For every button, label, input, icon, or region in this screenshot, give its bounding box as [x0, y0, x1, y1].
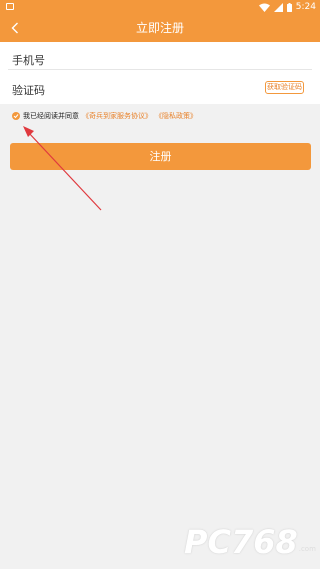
watermark-sub: .com [298, 545, 316, 553]
phone-row: 手机号 [0, 44, 320, 75]
agreement-row: 我已经阅读并同意 《奇兵到家服务协议》 《隐私政策》 [12, 110, 197, 122]
code-input[interactable] [62, 78, 252, 100]
status-bar: 5:24 [0, 0, 320, 14]
register-form: 手机号 验证码 [0, 42, 320, 104]
get-code-button[interactable]: 获取验证码 [265, 81, 304, 94]
form-divider [8, 69, 312, 70]
watermark-brand: PC768 [184, 523, 298, 561]
phone-input[interactable] [62, 48, 252, 70]
watermark-logo: PC768 .com [184, 525, 316, 559]
status-time: 5:24 [295, 2, 316, 12]
check-icon [13, 114, 19, 119]
status-bar-right: 5:24 [258, 1, 316, 13]
service-agreement-link[interactable]: 《奇兵到家服务协议》 [82, 111, 152, 121]
signal-icon [273, 2, 283, 12]
notification-icon [6, 3, 14, 10]
battery-icon [286, 2, 292, 12]
agreement-text: 我已经阅读并同意 [23, 112, 79, 120]
wifi-icon [258, 3, 270, 12]
phone-label: 手机号 [12, 54, 45, 67]
code-label: 验证码 [12, 84, 45, 97]
register-button[interactable]: 注册 [10, 143, 311, 170]
app-bar: 立即注册 [0, 14, 320, 42]
page-title: 立即注册 [135, 21, 184, 35]
privacy-policy-link[interactable]: 《隐私政策》 [155, 111, 197, 121]
agree-checkbox[interactable] [12, 112, 20, 120]
